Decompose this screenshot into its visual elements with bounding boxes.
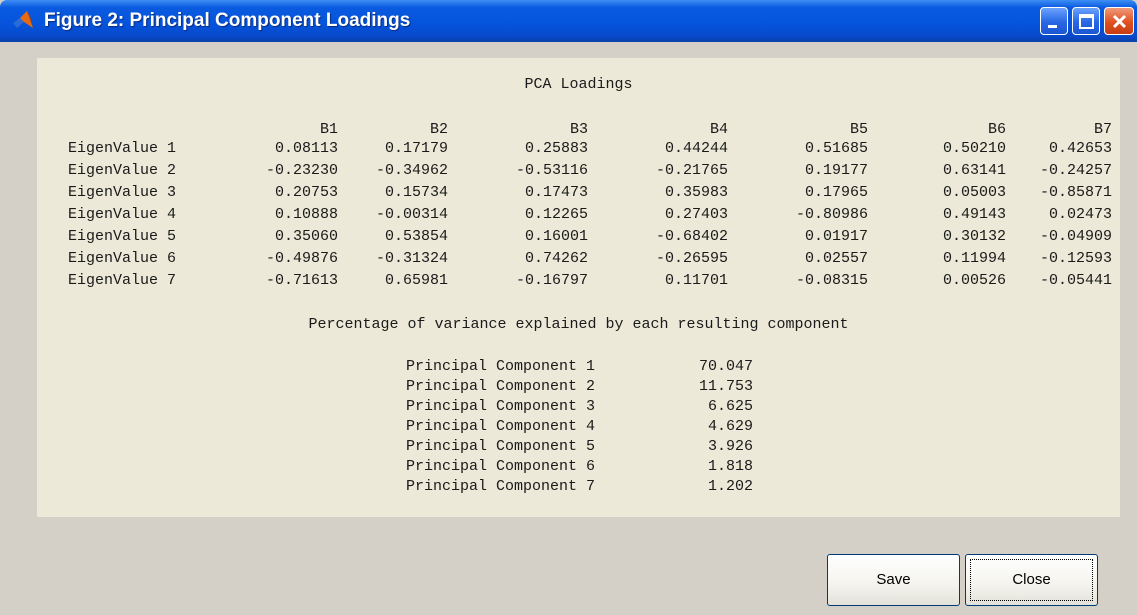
loading-cell: -0.53116 — [515, 162, 588, 179]
loading-cell: 0.17179 — [384, 140, 448, 157]
variance-row: Principal Component 7 1.202 — [37, 478, 1120, 496]
loading-cell: 0.17473 — [524, 184, 588, 201]
variance-title: Percentage of variance explained by each… — [308, 316, 849, 333]
figure-window: Figure 2: Principal Component Loadings P… — [0, 0, 1137, 615]
loading-cell: 0.15734 — [384, 184, 448, 201]
loading-cell: 0.44244 — [664, 140, 728, 157]
variance-row: Principal Component 4 4.629 — [37, 418, 1120, 436]
loadings-row: EigenValue 4 0.10888 -0.00314 0.12265 0.… — [37, 206, 1120, 224]
loading-cell: 0.11701 — [664, 272, 728, 289]
column-header-b4: B4 — [709, 121, 728, 138]
variance-value: 70.047 — [698, 358, 753, 375]
minimize-icon — [1048, 25, 1057, 28]
loading-cell: 0.65981 — [384, 272, 448, 289]
loading-cell: 0.12265 — [524, 206, 588, 223]
component-label: Principal Component 3 — [406, 398, 596, 415]
loading-cell: -0.04909 — [1039, 228, 1112, 245]
loadings-panel: PCA Loadings B1 B2 B3 B4 B5 B6 B7 EigenV… — [37, 58, 1120, 517]
variance-row: Principal Component 3 6.625 — [37, 398, 1120, 416]
minimize-button[interactable] — [1040, 7, 1068, 35]
column-header-b2: B2 — [429, 121, 448, 138]
variance-value: 11.753 — [698, 378, 753, 395]
loading-cell: -0.08315 — [795, 272, 868, 289]
close-icon — [1112, 14, 1127, 29]
loadings-row: EigenValue 6 -0.49876 -0.31324 0.74262 -… — [37, 250, 1120, 268]
title-bar[interactable]: Figure 2: Principal Component Loadings — [0, 0, 1137, 42]
component-label: Principal Component 4 — [406, 418, 596, 435]
variance-value: 4.629 — [707, 418, 753, 435]
column-header-b6: B6 — [987, 121, 1006, 138]
component-label: Principal Component 5 — [406, 438, 596, 455]
column-header-b1: B1 — [319, 121, 338, 138]
pca-loadings-title: PCA Loadings — [524, 76, 633, 93]
loading-cell: -0.12593 — [1039, 250, 1112, 267]
component-label: Principal Component 6 — [406, 458, 596, 475]
loading-cell: 0.51685 — [804, 140, 868, 157]
variance-row: Principal Component 1 70.047 — [37, 358, 1120, 376]
variance-value: 1.818 — [707, 458, 753, 475]
column-header-b5: B5 — [849, 121, 868, 138]
row-label: EigenValue 5 — [68, 228, 177, 245]
loading-cell: 0.53854 — [384, 228, 448, 245]
loading-cell: -0.05441 — [1039, 272, 1112, 289]
variance-row: Principal Component 2 11.753 — [37, 378, 1120, 396]
row-label: EigenValue 4 — [68, 206, 177, 223]
loading-cell: 0.35983 — [664, 184, 728, 201]
maximize-icon — [1079, 14, 1094, 29]
loadings-row: EigenValue 1 0.08113 0.17179 0.25883 0.4… — [37, 140, 1120, 158]
row-label: EigenValue 7 — [68, 272, 177, 289]
loading-cell: 0.02473 — [1048, 206, 1112, 223]
loading-cell: -0.31324 — [375, 250, 448, 267]
component-label: Principal Component 2 — [406, 378, 596, 395]
variance-value: 3.926 — [707, 438, 753, 455]
loadings-row: EigenValue 2 -0.23230 -0.34962 -0.53116 … — [37, 162, 1120, 180]
variance-value: 6.625 — [707, 398, 753, 415]
loading-cell: -0.00314 — [375, 206, 448, 223]
loading-cell: 0.01917 — [804, 228, 868, 245]
loading-cell: 0.19177 — [804, 162, 868, 179]
loading-cell: -0.68402 — [655, 228, 728, 245]
loading-cell: 0.02557 — [804, 250, 868, 267]
loading-cell: -0.21765 — [655, 162, 728, 179]
row-label: EigenValue 3 — [68, 184, 177, 201]
loading-cell: 0.74262 — [524, 250, 588, 267]
component-label: Principal Component 7 — [406, 478, 596, 495]
loading-cell: -0.34962 — [375, 162, 448, 179]
loading-cell: 0.27403 — [664, 206, 728, 223]
save-button[interactable]: Save — [827, 554, 960, 606]
variance-row: Principal Component 6 1.818 — [37, 458, 1120, 476]
close-window-button[interactable] — [1104, 7, 1134, 35]
variance-row: Principal Component 5 3.926 — [37, 438, 1120, 456]
loadings-row: EigenValue 7 -0.71613 0.65981 -0.16797 0… — [37, 272, 1120, 290]
loading-cell: -0.80986 — [795, 206, 868, 223]
row-label: EigenValue 2 — [68, 162, 177, 179]
loading-cell: -0.26595 — [655, 250, 728, 267]
close-button[interactable]: Close — [965, 554, 1098, 606]
matlab-icon — [12, 9, 34, 31]
column-header-b7: B7 — [1093, 121, 1112, 138]
loading-cell: 0.17965 — [804, 184, 868, 201]
row-label: EigenValue 1 — [68, 140, 177, 157]
loading-cell: -0.24257 — [1039, 162, 1112, 179]
column-header-b3: B3 — [569, 121, 588, 138]
loading-cell: -0.16797 — [515, 272, 588, 289]
loading-cell: -0.85871 — [1039, 184, 1112, 201]
loadings-row: EigenValue 3 0.20753 0.15734 0.17473 0.3… — [37, 184, 1120, 202]
window-title: Figure 2: Principal Component Loadings — [44, 10, 411, 31]
component-label: Principal Component 1 — [406, 358, 596, 375]
row-label: EigenValue 6 — [68, 250, 177, 267]
maximize-button[interactable] — [1072, 7, 1100, 35]
loading-cell: 0.42653 — [1048, 140, 1112, 157]
variance-value: 1.202 — [707, 478, 753, 495]
loading-cell: 0.16001 — [524, 228, 588, 245]
loadings-row: EigenValue 5 0.35060 0.53854 0.16001 -0.… — [37, 228, 1120, 246]
loading-cell: 0.25883 — [524, 140, 588, 157]
close-button-label: Close — [1012, 571, 1051, 588]
